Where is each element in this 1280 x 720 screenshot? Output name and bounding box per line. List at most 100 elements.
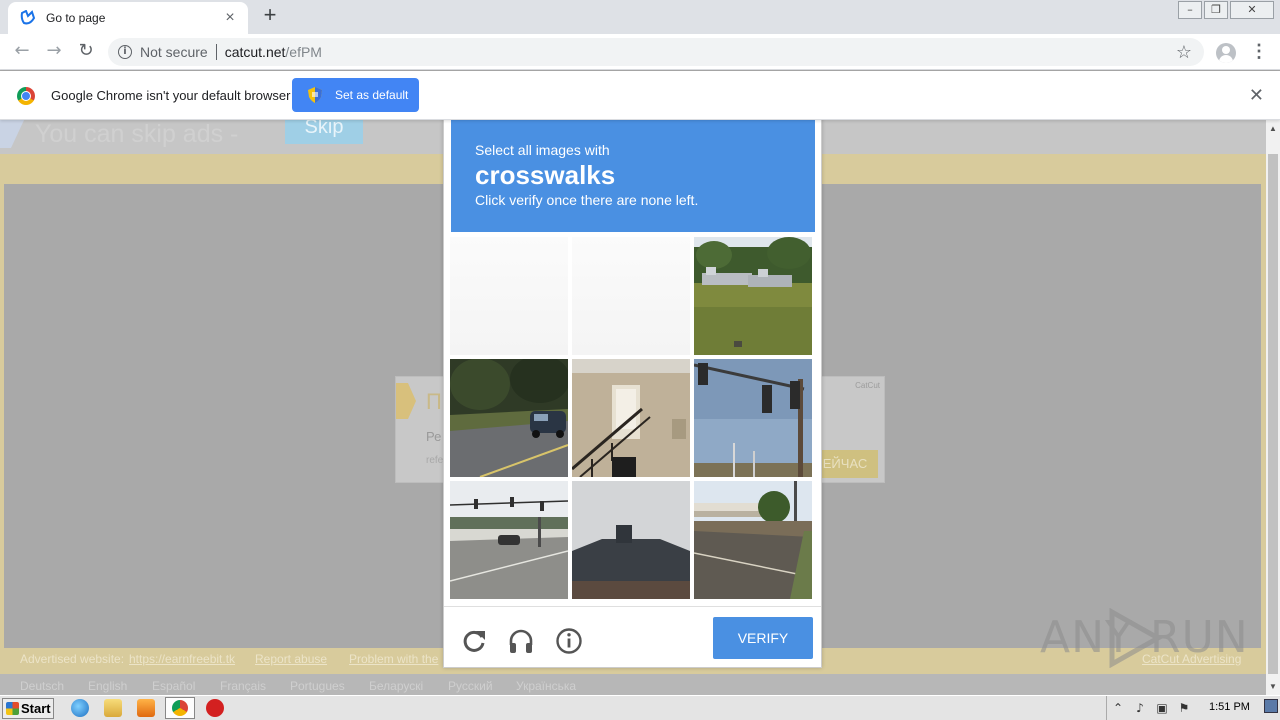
- lang-espanol[interactable]: Español: [152, 679, 195, 693]
- minimize-button[interactable]: –: [1178, 1, 1202, 19]
- challenge-tile-4[interactable]: [450, 359, 568, 477]
- url-path: /efPM: [285, 44, 322, 60]
- anyrun-watermark: ANY RUN: [1040, 608, 1248, 668]
- lang-deutsch[interactable]: Deutsch: [20, 679, 64, 693]
- challenge-tile-9[interactable]: [694, 481, 812, 599]
- challenge-tile-6[interactable]: [694, 359, 812, 477]
- chrome-taskbar-button[interactable]: [165, 697, 195, 719]
- language-bar: Deutsch English Español Français Portugu…: [0, 674, 1266, 695]
- lang-russian[interactable]: Русский: [448, 679, 493, 693]
- lang-francais[interactable]: Français: [220, 679, 266, 693]
- problem-link[interactable]: Problem with the: [349, 652, 438, 666]
- chrome-menu-icon[interactable]: ⋮: [1250, 42, 1268, 62]
- infobar-message: Google Chrome isn't your default browser: [51, 88, 291, 103]
- catcut-favicon-icon: [20, 10, 36, 26]
- new-tab-button[interactable]: +: [258, 4, 282, 28]
- ad-card-subtext: refe: [426, 455, 444, 466]
- window-close-button[interactable]: ✕: [1230, 1, 1274, 19]
- advertised-link[interactable]: https://earnfreebit.tk: [129, 652, 235, 666]
- tab-title: Go to page: [46, 11, 106, 25]
- forward-button[interactable]: →: [44, 42, 64, 62]
- recaptcha-challenge: Select all images with crosswalks Click …: [443, 113, 822, 668]
- tab-close-icon[interactable]: ×: [222, 9, 238, 27]
- lang-belarusian[interactable]: Беларускі: [369, 679, 423, 693]
- scroll-down-icon[interactable]: ▼: [1269, 682, 1277, 691]
- set-as-default-button[interactable]: Set as default: [292, 78, 419, 112]
- security-label: Not secure: [140, 44, 208, 60]
- back-button[interactable]: ←: [12, 42, 32, 62]
- challenge-instruction: Select all images with: [475, 142, 610, 158]
- windows-taskbar: Start ⌃ ♪ ▣ ⚑ 1:51 PM: [0, 695, 1280, 720]
- house-roof-image: [572, 481, 690, 599]
- page-scrollbar[interactable]: ▲ ▼: [1266, 120, 1280, 695]
- intersection-image: [450, 481, 568, 599]
- file-explorer-icon[interactable]: [104, 699, 122, 717]
- address-bar[interactable]: i Not secure catcut.net /efPM ☆: [108, 38, 1204, 66]
- tab-strip: Go to page × + – ❐ ✕: [0, 0, 1280, 34]
- opera-icon[interactable]: [206, 699, 224, 717]
- window-controls: – ❐ ✕: [1178, 0, 1274, 19]
- challenge-image-grid: [450, 237, 814, 601]
- challenge-tile-5[interactable]: [572, 359, 690, 477]
- ad-card-brand: CatCut: [855, 381, 880, 390]
- lang-portugues[interactable]: Portugues: [290, 679, 345, 693]
- show-desktop-button[interactable]: [1264, 699, 1278, 713]
- internet-explorer-icon[interactable]: [71, 699, 89, 717]
- challenge-tile-2[interactable]: [572, 237, 690, 355]
- url-separator: [215, 44, 217, 60]
- tray-expand-icon[interactable]: ⌃: [1111, 701, 1125, 715]
- start-label: Start: [21, 701, 51, 716]
- reload-challenge-icon[interactable]: [460, 627, 488, 655]
- challenge-header: Select all images with crosswalks Click …: [451, 119, 815, 232]
- watermark-right-text: RUN: [1150, 612, 1249, 663]
- taskbar-clock[interactable]: 1:51 PM: [1209, 701, 1250, 713]
- ad-card-arrow: [396, 383, 416, 419]
- challenge-subinstruction: Click verify once there are none left.: [475, 192, 699, 208]
- shield-icon: [308, 87, 322, 103]
- windows-logo-icon: [6, 702, 19, 715]
- browser-toolbar: ← → ↻ i Not secure catcut.net /efPM ☆ ⋮: [0, 34, 1280, 70]
- ad-card-text: Ре: [426, 429, 442, 444]
- challenge-keyword: crosswalks: [475, 160, 616, 190]
- scroll-thumb[interactable]: [1268, 154, 1278, 674]
- challenge-tile-1[interactable]: [450, 237, 568, 355]
- challenge-tile-7[interactable]: [450, 481, 568, 599]
- start-button[interactable]: Start: [2, 698, 54, 719]
- advertised-label: Advertised website:: [20, 652, 125, 666]
- audio-challenge-icon[interactable]: [507, 627, 535, 655]
- boats-on-grass-image: [694, 237, 812, 355]
- volume-icon[interactable]: ♪: [1133, 701, 1147, 715]
- lang-ukrainian[interactable]: Українська: [516, 679, 576, 693]
- system-tray: ⌃ ♪ ▣ ⚑: [1106, 696, 1280, 720]
- challenge-tile-3[interactable]: [694, 237, 812, 355]
- skip-ads-text: You can skip ads -: [35, 120, 239, 148]
- default-browser-infobar: Google Chrome isn't your default browser…: [0, 71, 1280, 120]
- road-with-car-image: [450, 359, 568, 477]
- building-stairs-image: [572, 359, 690, 477]
- url-host: catcut.net: [224, 44, 286, 60]
- traffic-lights-image: [694, 359, 812, 477]
- reload-button[interactable]: ↻: [76, 42, 96, 62]
- lang-english[interactable]: English: [88, 679, 127, 693]
- profile-avatar[interactable]: [1216, 43, 1236, 63]
- chrome-taskbar-icon: [172, 700, 188, 716]
- network-icon[interactable]: ▣: [1155, 701, 1169, 715]
- info-icon[interactable]: i: [118, 45, 132, 59]
- chrome-logo-icon: [17, 87, 35, 105]
- infobar-close-icon[interactable]: ✕: [1249, 85, 1264, 106]
- road-shops-image: [694, 481, 812, 599]
- challenge-footer: VERIFY: [444, 606, 821, 667]
- report-abuse-link[interactable]: Report abuse: [255, 652, 327, 666]
- media-player-icon[interactable]: [137, 699, 155, 717]
- action-center-flag-icon[interactable]: ⚑: [1177, 701, 1191, 715]
- set-as-default-label: Set as default: [335, 88, 409, 102]
- tab-go-to-page[interactable]: Go to page ×: [8, 2, 248, 34]
- bookmark-star-icon[interactable]: ☆: [1176, 42, 1192, 63]
- scroll-up-icon[interactable]: ▲: [1269, 124, 1277, 133]
- challenge-tile-8[interactable]: [572, 481, 690, 599]
- ad-card-title: П: [426, 389, 442, 414]
- skip-arrow-shape: [0, 118, 25, 148]
- restore-button[interactable]: ❐: [1204, 1, 1228, 19]
- verify-button[interactable]: VERIFY: [713, 617, 813, 659]
- help-info-icon[interactable]: [555, 627, 583, 655]
